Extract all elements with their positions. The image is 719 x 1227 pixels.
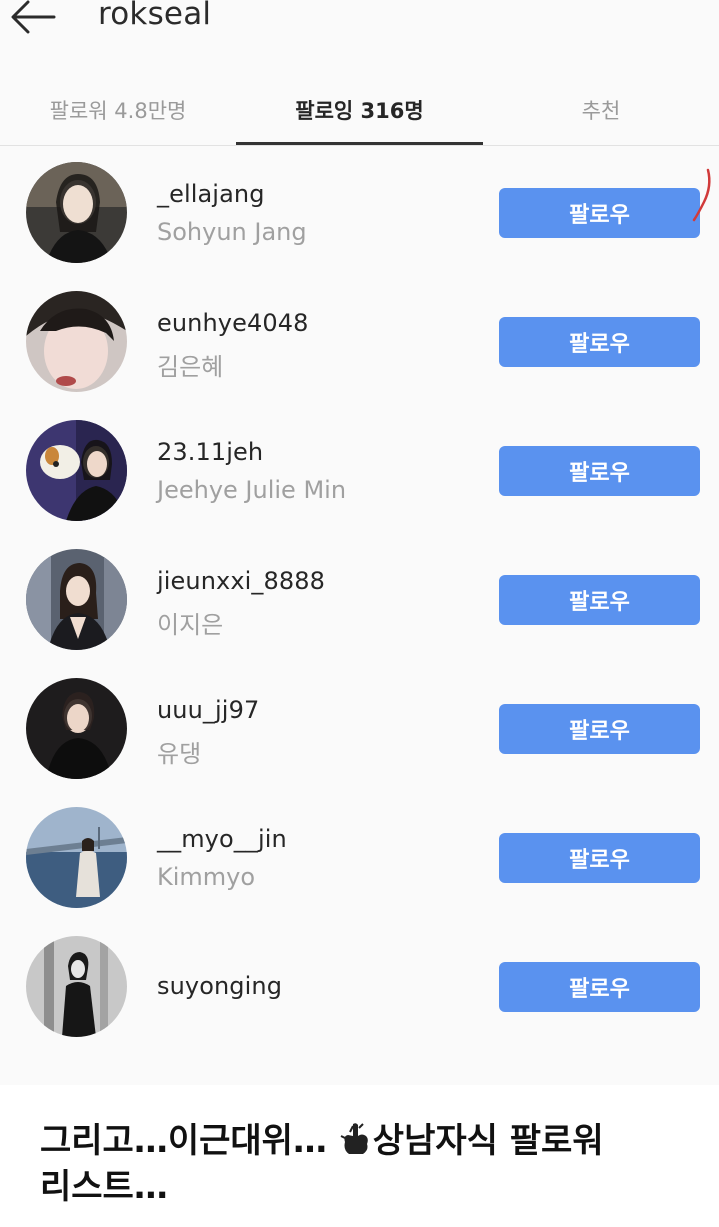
full-name: 이지은 xyxy=(157,611,224,639)
full-name: Jeehye Julie Min xyxy=(157,476,347,504)
list-item: suyonging 팔로우 xyxy=(0,922,719,1051)
follow-button[interactable]: 팔로우 xyxy=(499,575,700,625)
follow-button[interactable]: 팔로우 xyxy=(499,704,700,754)
caption-part-3: 리스트… xyxy=(40,1167,168,1207)
caption-part-2: 상남자식 팔로워 xyxy=(372,1121,604,1161)
avatar[interactable] xyxy=(26,291,127,392)
avatar-photo xyxy=(26,291,127,392)
top-bar: rokseal xyxy=(0,0,719,60)
caption-text: 그리고…이근대위… 상남자식 팔로워 리스트… xyxy=(40,1118,700,1210)
red-scribble-mark xyxy=(692,168,711,222)
list-item: 23.11jeh Jeehye Julie Min 팔로우 xyxy=(0,406,719,535)
back-button[interactable] xyxy=(10,0,56,36)
full-name: Sohyun Jang xyxy=(157,218,307,246)
avatar[interactable] xyxy=(26,936,127,1037)
avatar[interactable] xyxy=(26,678,127,779)
avatar[interactable] xyxy=(26,420,127,521)
username[interactable]: 23.11jeh xyxy=(157,438,263,466)
avatar-photo xyxy=(26,936,127,1037)
caption-part-1: 그리고…이근대위… xyxy=(40,1121,339,1161)
avatar-photo xyxy=(26,420,127,521)
avatar-photo xyxy=(26,807,127,908)
follow-button[interactable]: 팔로우 xyxy=(499,962,700,1012)
middle-finger-emoji-icon xyxy=(339,1122,373,1156)
full-name: 유댕 xyxy=(157,740,202,768)
username[interactable]: eunhye4048 xyxy=(157,309,308,337)
list-item: jieunxxi_8888 이지은 팔로우 xyxy=(0,535,719,664)
follow-button[interactable]: 팔로우 xyxy=(499,446,700,496)
list-item: uuu_jj97 유댕 팔로우 xyxy=(0,664,719,793)
avatar-photo xyxy=(26,678,127,779)
tab-following[interactable]: 팔로잉 316명 xyxy=(236,76,483,144)
tab-bar: 팔로워 4.8만명 팔로잉 316명 추천 xyxy=(0,76,719,146)
avatar[interactable] xyxy=(26,807,127,908)
avatar[interactable] xyxy=(26,549,127,650)
follow-button[interactable]: 팔로우 xyxy=(499,188,700,238)
username[interactable]: uuu_jj97 xyxy=(157,696,259,724)
username[interactable]: _ellajang xyxy=(157,180,265,208)
username[interactable]: suyonging xyxy=(157,972,282,1000)
avatar-photo xyxy=(26,549,127,650)
list-item: _ellajang Sohyun Jang 팔로우 xyxy=(0,148,719,277)
tab-suggested[interactable]: 추천 xyxy=(483,76,719,144)
avatar-photo xyxy=(26,162,127,263)
profile-username-title: rokseal xyxy=(98,0,212,32)
follow-button[interactable]: 팔로우 xyxy=(499,317,700,367)
username[interactable]: __myo__jin xyxy=(157,825,287,853)
arrow-left-icon xyxy=(11,0,56,34)
full-name: 김은혜 xyxy=(157,353,224,381)
list-item: __myo__jin Kimmyo 팔로우 xyxy=(0,793,719,922)
follow-button[interactable]: 팔로우 xyxy=(499,833,700,883)
list-item: eunhye4048 김은혜 팔로우 xyxy=(0,277,719,406)
full-name: Kimmyo xyxy=(157,863,256,891)
username[interactable]: jieunxxi_8888 xyxy=(157,567,325,595)
avatar[interactable] xyxy=(26,162,127,263)
tab-followers[interactable]: 팔로워 4.8만명 xyxy=(0,76,236,144)
tab-divider xyxy=(0,145,719,146)
following-screen: rokseal 팔로워 4.8만명 팔로잉 316명 추천 _ellajang … xyxy=(0,0,719,1085)
